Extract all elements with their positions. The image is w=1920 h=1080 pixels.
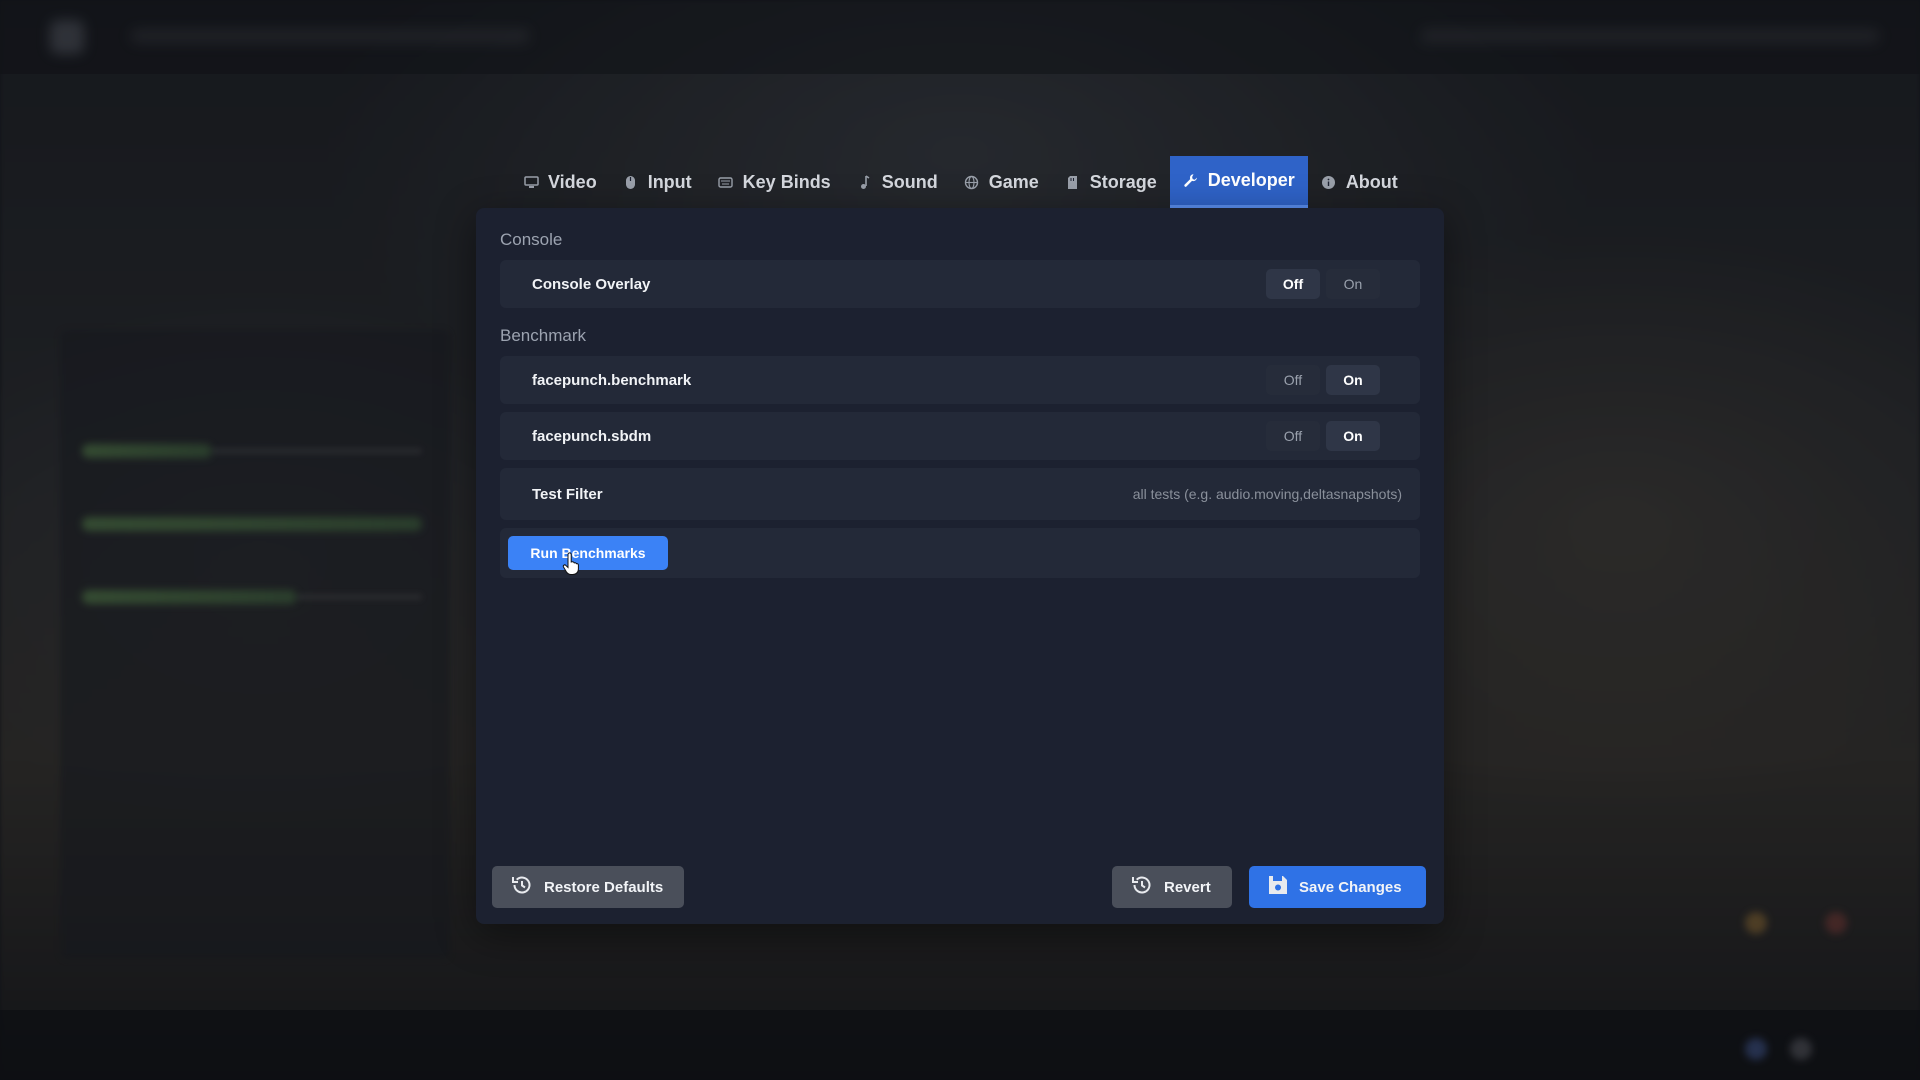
facepunch-sbdm-row: facepunch.sbdm Off On (500, 412, 1420, 460)
section-title-benchmark: Benchmark (500, 326, 586, 345)
restore-defaults-button[interactable]: Restore Defaults (492, 866, 684, 908)
save-changes-button[interactable]: Save Changes (1249, 866, 1426, 908)
wrench-icon (1183, 173, 1199, 189)
revert-button[interactable]: Revert (1112, 866, 1232, 908)
section-title-console: Console (500, 230, 563, 249)
revert-label: Revert (1164, 878, 1211, 896)
tab-input[interactable]: Input (610, 156, 705, 208)
console-overlay-toggle: Off On (1266, 269, 1380, 299)
facepunch-sbdm-off-option[interactable]: Off (1266, 421, 1320, 451)
mouse-icon (623, 174, 639, 190)
run-benchmarks-row: Run Benchmarks (500, 528, 1420, 578)
test-filter-input[interactable]: all tests (e.g. audio.moving,deltasnapsh… (1133, 486, 1402, 502)
facepunch-benchmark-row: facepunch.benchmark Off On (500, 356, 1420, 404)
screen: Video Input Key Binds Sound Game Storage… (0, 0, 1920, 1080)
keyboard-icon (718, 174, 734, 190)
test-filter-label: Test Filter (532, 485, 603, 503)
facepunch-benchmark-on-option[interactable]: On (1326, 365, 1380, 395)
tab-developer[interactable]: Developer (1169, 156, 1308, 208)
info-icon (1321, 174, 1337, 190)
developer-settings-panel: Console Console Overlay Off On Benchmark… (476, 208, 1444, 924)
music-note-icon (857, 174, 873, 190)
restore-defaults-label: Restore Defaults (544, 878, 664, 896)
storage-icon (1065, 174, 1081, 190)
console-overlay-off-option[interactable]: Off (1266, 269, 1320, 299)
tab-video[interactable]: Video (510, 156, 610, 208)
facepunch-benchmark-label: facepunch.benchmark (532, 371, 692, 389)
tab-label: Game (988, 171, 1039, 192)
hand-cursor-icon (562, 552, 579, 575)
console-overlay-on-option[interactable]: On (1326, 269, 1380, 299)
tab-label: Storage (1089, 171, 1157, 192)
tab-game[interactable]: Game (951, 156, 1052, 208)
tab-storage[interactable]: Storage (1052, 156, 1170, 208)
test-filter-row[interactable]: Test Filter all tests (e.g. audio.moving… (500, 468, 1420, 520)
history-icon (1130, 873, 1154, 901)
facepunch-benchmark-off-option[interactable]: Off (1266, 365, 1320, 395)
tab-sound[interactable]: Sound (844, 156, 951, 208)
tab-label: Key Binds (742, 171, 831, 192)
facepunch-sbdm-label: facepunch.sbdm (532, 427, 652, 445)
tab-label: Developer (1207, 170, 1295, 190)
tab-label: About (1345, 171, 1398, 192)
facepunch-benchmark-toggle: Off On (1266, 365, 1380, 395)
tab-about[interactable]: About (1308, 156, 1411, 208)
globe-icon (964, 174, 980, 190)
tab-label: Input (647, 171, 692, 192)
facepunch-sbdm-on-option[interactable]: On (1326, 421, 1380, 451)
facepunch-sbdm-toggle: Off On (1266, 421, 1380, 451)
tab-label: Sound (881, 171, 938, 192)
run-benchmarks-button[interactable]: Run Benchmarks (508, 536, 668, 570)
save-changes-label: Save Changes (1299, 878, 1402, 896)
settings-tabs: Video Input Key Binds Sound Game Storage… (510, 156, 1411, 208)
monitor-icon (523, 174, 539, 190)
console-overlay-row: Console Overlay Off On (500, 260, 1420, 308)
console-overlay-label: Console Overlay (532, 275, 651, 293)
save-disk-icon (1267, 874, 1289, 900)
tab-label: Video (548, 171, 597, 192)
history-icon (510, 873, 534, 901)
tab-key-binds[interactable]: Key Binds (705, 156, 844, 208)
